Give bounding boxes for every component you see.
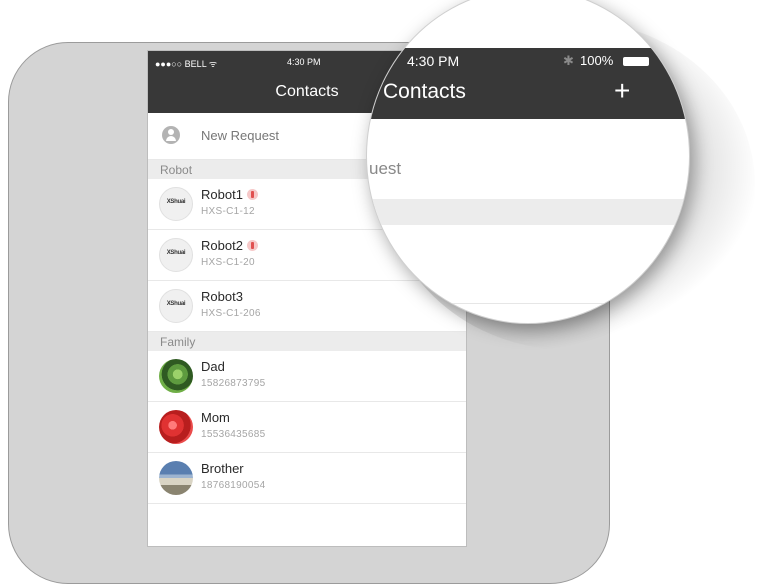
contact-row-mom[interactable]: Mom 15536435685 <box>148 402 466 453</box>
contact-row-brother[interactable]: Brother 18768190054 <box>148 453 466 504</box>
new-request-label: New Request <box>201 128 280 143</box>
contact-phone: 18768190054 <box>201 480 266 491</box>
mom-avatar <box>159 410 193 444</box>
contact-name: Mom <box>201 410 230 425</box>
magnified-request-text: uest <box>369 159 402 178</box>
battery-icon <box>623 57 649 66</box>
contact-name: Robot2 <box>201 238 258 253</box>
contact-id: HXS-C1-20 <box>201 257 255 268</box>
contact-id: HXS-C1-206 <box>201 308 261 319</box>
magnifier-lens: 4:30 PM ✱ 100% Contacts + uest <box>366 0 690 324</box>
robot-avatar: XShuai <box>159 238 193 272</box>
magnified-divider <box>367 303 689 304</box>
magnified-section-header <box>367 199 689 225</box>
robot-logo: XShuai <box>166 250 186 256</box>
contact-name: Dad <box>201 359 225 374</box>
contact-name: Robot3 <box>201 289 243 304</box>
contact-id: HXS-C1-12 <box>201 206 255 217</box>
robot-logo: XShuai <box>166 199 186 205</box>
contact-name: Brother <box>201 461 244 476</box>
contact-row-robot3[interactable]: XShuai Robot3 HXS-C1-206 <box>148 281 466 332</box>
battery-percentage: 100% <box>580 53 614 68</box>
dad-avatar <box>159 359 193 393</box>
status-time: 4:30 PM <box>287 57 321 67</box>
contact-row-dad[interactable]: Dad 15826873795 <box>148 351 466 402</box>
contact-phone: 15826873795 <box>201 378 266 389</box>
brother-avatar <box>159 461 193 495</box>
robot-avatar: XShuai <box>159 289 193 323</box>
contact-phone: 15536435685 <box>201 429 266 440</box>
alert-icon <box>246 189 258 200</box>
magnified-time: 4:30 PM <box>407 53 460 69</box>
section-title: Robot <box>160 163 193 177</box>
alert-icon <box>246 240 258 251</box>
person-icon <box>162 126 180 144</box>
carrier-signal: ●●●○○ BELL ᯤ <box>155 59 218 69</box>
bluetooth-icon: ✱ <box>563 53 574 68</box>
section-title: Family <box>160 335 196 349</box>
add-contact-button[interactable]: + <box>614 77 630 105</box>
contact-name: Robot1 <box>201 187 258 202</box>
robot-avatar: XShuai <box>159 187 193 221</box>
robot-logo: XShuai <box>166 301 186 307</box>
magnified-title: Contacts <box>383 80 466 103</box>
section-header-family: Family <box>148 332 466 351</box>
